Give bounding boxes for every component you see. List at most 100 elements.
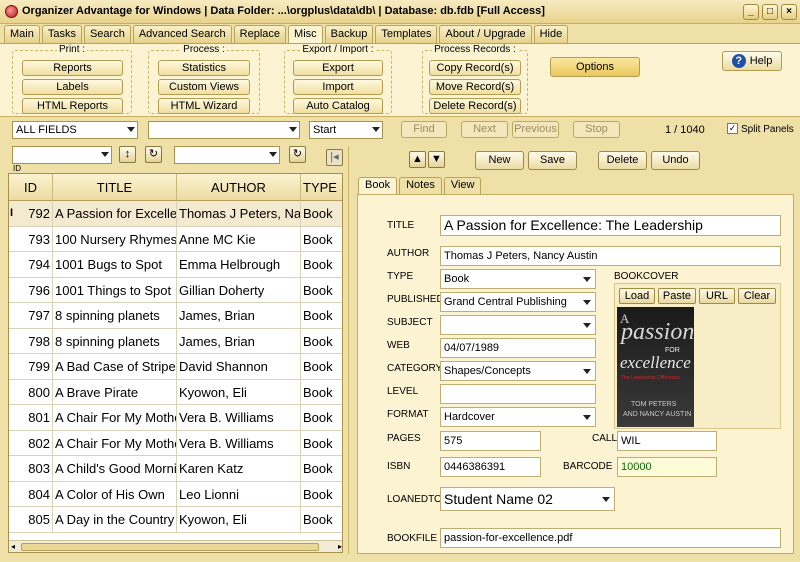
subject-label: SUBJECT xyxy=(387,317,433,328)
subject-select[interactable] xyxy=(440,315,596,335)
tab-replace[interactable]: Replace xyxy=(233,25,287,43)
published-select[interactable]: Grand Central Publishing xyxy=(440,292,596,312)
table-row[interactable]: 803A Child's Good MorningKaren KatzBook xyxy=(9,456,342,482)
records-grid[interactable]: ID TITLE AUTHOR TYPE I 792 A Passion for E… xyxy=(8,173,343,553)
scroll-right-icon[interactable]: ▸ xyxy=(338,543,342,551)
custom-views-button[interactable]: Custom Views xyxy=(158,79,250,95)
column-title[interactable]: TITLE xyxy=(53,174,177,201)
horizontal-scrollbar[interactable]: ◂ ▸ xyxy=(9,540,342,552)
table-row[interactable]: 794 1001 Bugs to Spot Emma Helbrough Book xyxy=(9,252,342,278)
cover-clear-button[interactable]: Clear xyxy=(738,288,776,304)
tab-advanced-search[interactable]: Advanced Search xyxy=(132,25,232,43)
minimize-button[interactable]: _ xyxy=(743,4,759,20)
cover-paste-button[interactable]: Paste xyxy=(658,288,696,304)
table-row[interactable]: 804 A Color of His Own Leo Lionni Book xyxy=(9,481,342,507)
type-label: TYPE xyxy=(387,271,414,282)
previous-button[interactable]: Previous xyxy=(512,121,559,138)
record-counter: 1 / 1040 xyxy=(665,124,705,136)
bookfile-field[interactable]: passion-for-excellence.pdf xyxy=(440,528,781,548)
tab-notes[interactable]: Notes xyxy=(399,177,442,194)
delete-records-button[interactable]: Delete Record(s) xyxy=(429,98,521,114)
tab-backup[interactable]: Backup xyxy=(324,25,374,43)
options-button[interactable]: Options xyxy=(550,57,640,77)
refresh-icon[interactable]: ↻ xyxy=(289,146,306,163)
title-field[interactable]: A Passion for Excellence: The Leadership xyxy=(440,215,781,236)
scrollbar-thumb[interactable] xyxy=(21,543,319,551)
scroll-left-icon[interactable]: ◂ xyxy=(11,543,15,551)
barcode-field[interactable]: 10000 xyxy=(617,457,717,477)
html-reports-button[interactable]: HTML Reports xyxy=(22,98,123,114)
sort-field-select-2[interactable] xyxy=(174,146,280,164)
category-select[interactable]: Shapes/Concepts xyxy=(440,361,596,381)
next-button[interactable]: Next xyxy=(461,121,508,138)
table-row[interactable]: 799 A Bad Case of Stripes David Shannon Boo… xyxy=(9,354,342,380)
reports-button[interactable]: Reports xyxy=(22,60,123,76)
delete-button[interactable]: Delete xyxy=(598,151,647,170)
isbn-field[interactable]: 0446386391 xyxy=(440,457,541,477)
cell-title: A Passion for Excellence xyxy=(53,201,177,226)
web-field[interactable]: 04/07/1989 xyxy=(440,338,596,358)
import-button[interactable]: Import xyxy=(293,79,383,95)
copy-records-button[interactable]: Copy Record(s) xyxy=(429,60,521,76)
tab-about-upgrade[interactable]: About / Upgrade xyxy=(439,25,532,43)
sort-field-select[interactable] xyxy=(12,146,112,164)
tab-main[interactable]: Main xyxy=(4,25,40,43)
tab-hide[interactable]: Hide xyxy=(533,25,569,43)
table-row[interactable]: 800 A Brave Pirate Kyowon, Eli Book xyxy=(9,379,342,405)
column-id[interactable]: ID xyxy=(9,174,53,201)
export-button[interactable]: Export xyxy=(293,60,383,76)
format-select[interactable]: Hardcover xyxy=(440,407,596,427)
panel-splitter[interactable] xyxy=(348,146,354,554)
help-button[interactable]: ? Help xyxy=(722,51,782,71)
table-row[interactable]: 793 100 Nursery Rhymes Anne MC Kie Book xyxy=(9,226,342,252)
find-button[interactable]: Find xyxy=(401,121,447,138)
table-row[interactable]: 802 A Chair For My Mother Vera B. Williams… xyxy=(9,430,342,456)
author-field[interactable]: Thomas J Peters, Nancy Austin xyxy=(440,246,781,266)
cell-author: Kyowon, Eli xyxy=(177,507,301,532)
app-icon[interactable] xyxy=(5,5,18,18)
table-row[interactable]: I792A Passion for ExcellenceThomas J Pet… xyxy=(9,201,342,227)
sort-order-button[interactable]: ↕ xyxy=(119,146,136,163)
close-button[interactable]: × xyxy=(781,4,797,20)
move-records-button[interactable]: Move Record(s) xyxy=(429,79,521,95)
undo-button[interactable]: Undo xyxy=(651,151,700,170)
level-field[interactable] xyxy=(440,384,596,404)
tab-search[interactable]: Search xyxy=(83,25,131,43)
statistics-button[interactable]: Statistics xyxy=(158,60,250,76)
pages-field[interactable]: 575 xyxy=(440,431,541,451)
auto-catalog-button[interactable]: Auto Catalog xyxy=(293,98,383,114)
move-up-icon[interactable]: ▲ xyxy=(409,151,426,168)
tab-templates[interactable]: Templates xyxy=(375,25,438,43)
type-select[interactable]: Book xyxy=(440,269,596,289)
tab-tasks[interactable]: Tasks xyxy=(41,25,82,43)
cell-id: 799 xyxy=(9,354,53,379)
search-mode-select[interactable]: Start xyxy=(309,121,383,139)
tab-view[interactable]: View xyxy=(443,177,482,194)
stop-button[interactable]: Stop xyxy=(573,121,620,138)
save-button[interactable]: Save xyxy=(528,151,577,170)
tab-book[interactable]: Book xyxy=(358,177,398,195)
table-row[interactable]: 805 A Day in the Country Kyowon, Eli Book xyxy=(9,507,342,533)
table-row[interactable]: 798 8 spinning planets James, Brian Book xyxy=(9,328,342,354)
column-author[interactable]: AUTHOR xyxy=(177,174,301,201)
search-value-input[interactable] xyxy=(148,121,300,139)
cover-url-button[interactable]: URL xyxy=(699,288,735,304)
table-row[interactable]: 797 8 spinning planets James, Brian Book xyxy=(9,303,342,329)
tab-misc[interactable]: Misc xyxy=(288,25,323,44)
refresh-icon[interactable]: ↻ xyxy=(145,146,162,163)
move-down-icon[interactable]: ▼ xyxy=(428,151,445,168)
loanedto-select[interactable]: Student Name 02 xyxy=(440,487,615,511)
column-type[interactable]: TYPE xyxy=(301,174,342,201)
maximize-button[interactable]: □ xyxy=(762,4,778,20)
cell-title: A Day in the Country xyxy=(53,507,177,532)
search-field-select[interactable]: ALL FIELDS xyxy=(12,121,138,139)
call-field[interactable]: WIL xyxy=(617,431,717,451)
table-row[interactable]: 796 1001 Things to Spot Gillian Doherty Boo… xyxy=(9,277,342,303)
cover-load-button[interactable]: Load xyxy=(619,288,655,304)
html-wizard-button[interactable]: HTML Wizard xyxy=(158,98,250,114)
collapse-panel-button[interactable]: |◂ xyxy=(326,149,343,166)
labels-button[interactable]: Labels xyxy=(22,79,123,95)
table-row[interactable]: 801 A Chair For My Mother Vera B. Williams… xyxy=(9,405,342,431)
new-button[interactable]: New xyxy=(475,151,524,170)
split-panels-checkbox[interactable]: ✓ xyxy=(727,123,738,134)
